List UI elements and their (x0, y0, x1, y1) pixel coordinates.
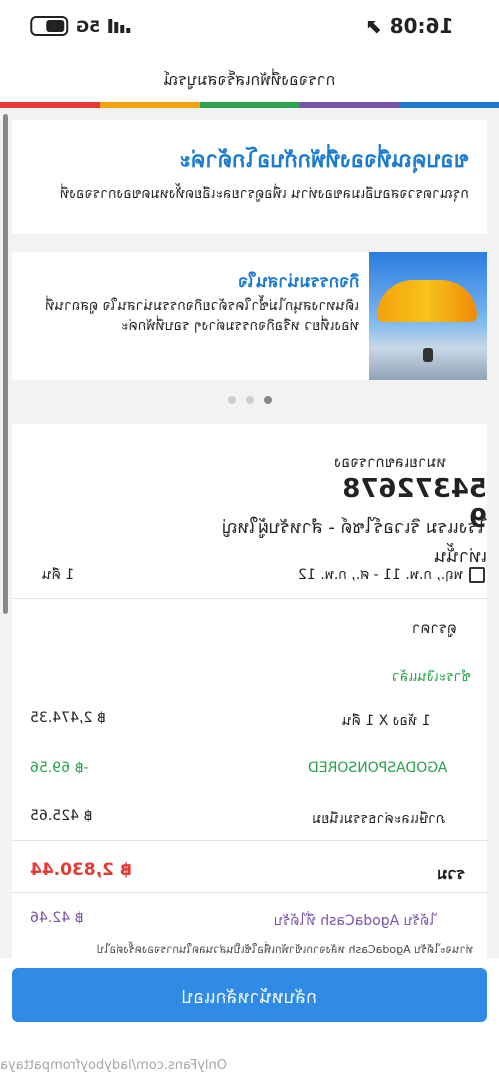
cashback-label: ได้รับ AgodaCash ที่ได้รับ (274, 913, 437, 929)
divider (12, 598, 487, 599)
discount-value: -฿ 69.56 (30, 760, 89, 776)
cashback-value: ฿ 42.46 (30, 910, 84, 926)
paragliding-image (369, 252, 487, 380)
total-label: รวม (437, 864, 466, 883)
thanks-card: ขอบคุณที่จองที่พักกับอโกด้าค่ะ กรุณาตรวจ… (12, 120, 487, 234)
paraglider-pilot (423, 348, 433, 362)
back-to-home-button[interactable]: กลับหน้าหลักแอป (12, 968, 487, 1022)
promo-card[interactable]: กิจกรรมน่าสนใจ เดินทางสนุกไม่ซ้ำใครด้วยก… (12, 252, 487, 380)
content-scroll[interactable]: ขอบคุณที่จองที่พักกับอโกด้าค่ะ กรุณาตรวจ… (0, 108, 499, 958)
status-indicators: 5G (30, 16, 131, 36)
back-to-home-label: กลับหน้าหลักแอป (181, 987, 318, 1008)
page-title: การจองที่พักเสร็จสมบูรณ์ (163, 70, 336, 89)
divider (12, 840, 487, 841)
thanks-subtitle: กรุณาตรวจสอบอีเมลของท่าน เพื่อดูรายละเอี… (60, 186, 469, 202)
divider (12, 892, 487, 893)
battery-icon (30, 16, 68, 36)
carousel-dots (0, 396, 499, 404)
promo-text: เดินทางสนุกไม่ซ้ำใครด้วยกิจกรรมน่าสนใจ ด… (45, 298, 359, 334)
booking-number-label: หมายเลขการจอง (334, 453, 447, 471)
cashback-note: ท่านจะได้รับ AgodaCash หลังจากเข้าพักเพื… (97, 943, 473, 956)
title-bar: การจองที่พักเสร็จสมบูรณ์ (0, 58, 499, 102)
carousel-dot[interactable] (263, 396, 272, 404)
stay-dates: พฤ., ก.พ. 11 - ศ., ก.พ. 12 (298, 564, 485, 586)
tax-label: ภาษีและค่าธรรมเนียม (312, 811, 446, 827)
carousel-dot[interactable] (227, 396, 236, 404)
thanks-title: ขอบคุณที่จองที่พักกับอโกด้าค่ะ (179, 148, 469, 173)
total-value: ฿ 2,830.44 (30, 860, 132, 880)
status-bar: 5G 16:08 ⬈ (0, 0, 499, 58)
paraglider-wing (377, 280, 477, 322)
booking-card: หมายเลขการจอง 54372678 9 โรงแรม ริเวอร์ไ… (12, 424, 487, 958)
price-section-title: ดูราคา (412, 619, 457, 637)
carousel-dot[interactable] (245, 396, 254, 404)
signal-icon (108, 19, 131, 33)
stay-dates-text: พฤ., ก.พ. 11 - ศ., ก.พ. 12 (298, 567, 463, 583)
tax-value: ฿ 425.65 (30, 808, 93, 824)
nights-count: 1 คืน (42, 567, 75, 583)
discount-label: AGODASPONSORED (308, 760, 448, 776)
watermark: OnlyFans.com/ladyboyfrompattaya (0, 1058, 228, 1073)
clock: 16:08 ⬈ (365, 14, 453, 38)
promo-title: กิจกรรมน่าสนใจ (237, 272, 359, 292)
paid-status: ชำระเงินแล้ว (392, 669, 472, 685)
scrollbar[interactable] (3, 114, 8, 614)
network-label: 5G (76, 16, 101, 36)
price-row-value: ฿ 2,474.35 (30, 710, 106, 726)
hotel-name: โรงแรม ริเวอร์ไซด์ - สำหรับผู้ใหญ่เท่านั… (222, 517, 487, 567)
price-row-label: 1 ห้อง X 1 คืน (342, 713, 431, 729)
calendar-icon (469, 567, 485, 583)
